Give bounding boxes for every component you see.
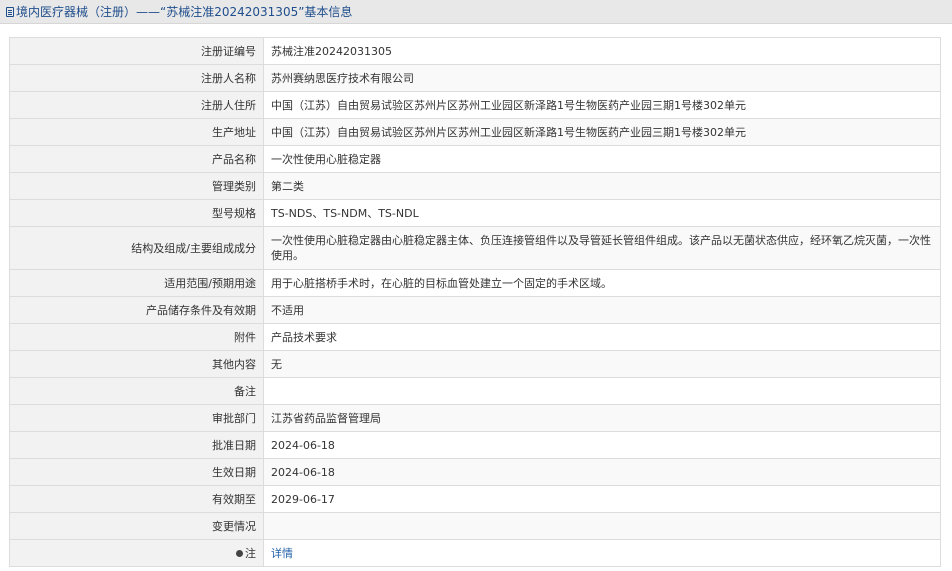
table-row: 管理类别 第二类 bbox=[9, 172, 941, 200]
info-table: 注册证编号 苏械注准20242031305 注册人名称 苏州赛纳思医疗技术有限公… bbox=[9, 37, 941, 567]
row-label: 注册证编号 bbox=[9, 37, 264, 65]
row-value bbox=[263, 377, 941, 405]
row-label: 生效日期 bbox=[9, 458, 264, 486]
row-value: 2024-06-18 bbox=[263, 431, 941, 459]
table-row: 生效日期 2024-06-18 bbox=[9, 458, 941, 486]
row-value bbox=[263, 512, 941, 540]
row-value: 无 bbox=[263, 350, 941, 378]
table-row: 其他内容 无 bbox=[9, 350, 941, 378]
table-row: 结构及组成/主要组成成分 一次性使用心脏稳定器由心脏稳定器主体、负压连接管组件以… bbox=[9, 226, 941, 270]
row-label: 注册人名称 bbox=[9, 64, 264, 92]
table-row: 注册证编号 苏械注准20242031305 bbox=[9, 37, 941, 65]
row-label: 备注 bbox=[9, 377, 264, 405]
table-row: 产品名称 一次性使用心脏稳定器 bbox=[9, 145, 941, 173]
row-label: 结构及组成/主要组成成分 bbox=[9, 226, 264, 270]
row-value: 中国（江苏）自由贸易试验区苏州片区苏州工业园区新泽路1号生物医药产业园三期1号楼… bbox=[263, 91, 941, 119]
title-subject: “苏械注准20242031305”基本信息 bbox=[160, 5, 353, 19]
row-label: 有效期至 bbox=[9, 485, 264, 513]
document-icon bbox=[6, 7, 14, 17]
title-section: 境内医疗器械（注册） bbox=[16, 5, 137, 19]
row-label: 适用范围/预期用途 bbox=[9, 269, 264, 297]
row-value: 苏州赛纳思医疗技术有限公司 bbox=[263, 64, 941, 92]
row-label: 管理类别 bbox=[9, 172, 264, 200]
row-label: 其他内容 bbox=[9, 350, 264, 378]
table-row: 备注 bbox=[9, 377, 941, 405]
row-value: 用于心脏搭桥手术时，在心脏的目标血管处建立一个固定的手术区域。 bbox=[263, 269, 941, 297]
table-row: 型号规格 TS-NDS、TS-NDM、TS-NDL bbox=[9, 199, 941, 227]
row-value: 产品技术要求 bbox=[263, 323, 941, 351]
row-label: 产品名称 bbox=[9, 145, 264, 173]
table-row: 批准日期 2024-06-18 bbox=[9, 431, 941, 459]
note-row: 注 详情 bbox=[9, 539, 941, 567]
table-row: 附件 产品技术要求 bbox=[9, 323, 941, 351]
table-row: 审批部门 江苏省药品监督管理局 bbox=[9, 404, 941, 432]
row-label: 生产地址 bbox=[9, 118, 264, 146]
row-value: 中国（江苏）自由贸易试验区苏州片区苏州工业园区新泽路1号生物医药产业园三期1号楼… bbox=[263, 118, 941, 146]
row-label: 附件 bbox=[9, 323, 264, 351]
table-row: 产品储存条件及有效期 不适用 bbox=[9, 296, 941, 324]
row-value: 一次性使用心脏稳定器由心脏稳定器主体、负压连接管组件以及导管延长管组件组成。该产… bbox=[263, 226, 941, 270]
table-row: 适用范围/预期用途 用于心脏搭桥手术时，在心脏的目标血管处建立一个固定的手术区域… bbox=[9, 269, 941, 297]
table-row: 变更情况 bbox=[9, 512, 941, 540]
row-value: 一次性使用心脏稳定器 bbox=[263, 145, 941, 173]
note-value-cell: 详情 bbox=[263, 539, 941, 567]
row-label: 产品储存条件及有效期 bbox=[9, 296, 264, 324]
row-value: 苏械注准20242031305 bbox=[263, 37, 941, 65]
table-row: 注册人住所 中国（江苏）自由贸易试验区苏州片区苏州工业园区新泽路1号生物医药产业… bbox=[9, 91, 941, 119]
table-row: 有效期至 2029-06-17 bbox=[9, 485, 941, 513]
detail-link[interactable]: 详情 bbox=[271, 547, 293, 560]
info-table-container: 注册证编号 苏械注准20242031305 注册人名称 苏州赛纳思医疗技术有限公… bbox=[9, 37, 941, 567]
row-value: 江苏省药品监督管理局 bbox=[263, 404, 941, 432]
table-row: 注册人名称 苏州赛纳思医疗技术有限公司 bbox=[9, 64, 941, 92]
row-label: 变更情况 bbox=[9, 512, 264, 540]
row-label: 注册人住所 bbox=[9, 91, 264, 119]
note-label-cell: 注 bbox=[9, 539, 264, 567]
row-label: 批准日期 bbox=[9, 431, 264, 459]
row-value: 第二类 bbox=[263, 172, 941, 200]
row-value: TS-NDS、TS-NDM、TS-NDL bbox=[263, 199, 941, 227]
bulb-icon bbox=[236, 549, 243, 557]
row-label: 审批部门 bbox=[9, 404, 264, 432]
row-value: 不适用 bbox=[263, 296, 941, 324]
note-label: 注 bbox=[245, 546, 256, 560]
page-title-bar: 境内医疗器械（注册）——“苏械注准20242031305”基本信息 bbox=[0, 0, 952, 24]
title-separator: —— bbox=[136, 5, 161, 19]
row-value: 2029-06-17 bbox=[263, 485, 941, 513]
row-value: 2024-06-18 bbox=[263, 458, 941, 486]
table-row: 生产地址 中国（江苏）自由贸易试验区苏州片区苏州工业园区新泽路1号生物医药产业园… bbox=[9, 118, 941, 146]
row-label: 型号规格 bbox=[9, 199, 264, 227]
